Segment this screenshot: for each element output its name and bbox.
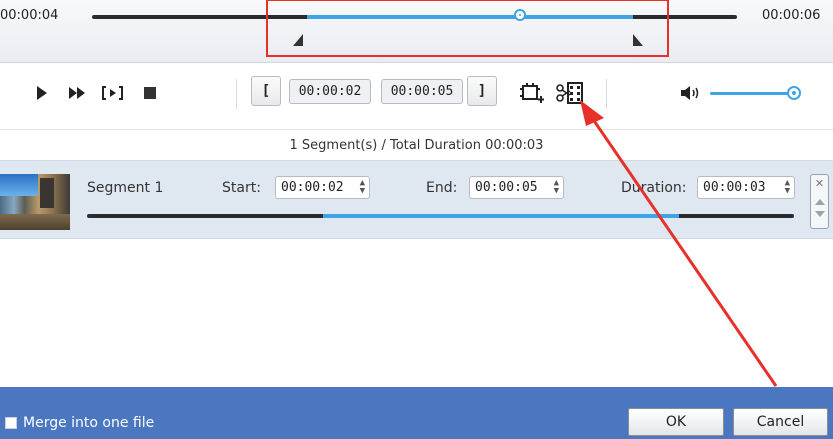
merge-label: Merge into one file: [23, 415, 155, 431]
remove-segment-icon[interactable]: ✕: [811, 177, 828, 190]
playback-toolbar: [ 00:00:02 00:00:05 ]: [0, 63, 833, 130]
cancel-button[interactable]: Cancel: [733, 408, 828, 436]
play-icon[interactable]: [34, 84, 50, 102]
segment-row[interactable]: Segment 1 Start: 00:00:02 ▲ ▼ End: 00:00:…: [0, 160, 833, 239]
segment-start-stepper[interactable]: 00:00:02 ▲ ▼: [275, 176, 370, 199]
volume-slider-handle[interactable]: [787, 86, 801, 100]
segment-name: Segment 1: [87, 180, 164, 196]
add-segment-icon[interactable]: [520, 83, 544, 103]
speaker-icon[interactable]: [680, 84, 702, 102]
set-end-button[interactable]: ]: [467, 76, 497, 106]
end-label: End:: [426, 180, 458, 196]
spin-arrows-icon[interactable]: ▲ ▼: [785, 179, 790, 196]
segment-thumbnail: [0, 174, 70, 230]
segment-range[interactable]: [323, 214, 679, 218]
scissors-film-icon[interactable]: [556, 82, 584, 104]
move-up-icon[interactable]: [815, 199, 825, 205]
segment-duration-stepper[interactable]: 00:00:03 ▲ ▼: [697, 176, 795, 199]
stop-icon[interactable]: [142, 84, 158, 102]
segment-start-value: 00:00:02: [281, 180, 344, 195]
frame-step-icon[interactable]: [102, 84, 124, 102]
segment-end-value: 00:00:05: [475, 180, 538, 195]
start-label: Start:: [222, 180, 261, 196]
start-time-field[interactable]: 00:00:02: [289, 79, 371, 104]
annotation-highlight-box: [266, 0, 669, 57]
segment-end-stepper[interactable]: 00:00:05 ▲ ▼: [469, 176, 564, 199]
merge-option[interactable]: Merge into one file: [5, 415, 154, 431]
dialog-footer: Merge into one file OK Cancel: [0, 387, 833, 439]
move-down-icon[interactable]: [815, 211, 825, 217]
toolbar-separator: [606, 79, 607, 109]
end-time-field[interactable]: 00:00:05: [381, 79, 463, 104]
end-time-label: 00:00:06: [762, 8, 821, 23]
fast-forward-icon[interactable]: [68, 84, 88, 102]
ok-button[interactable]: OK: [628, 408, 724, 436]
segment-row-controls: ✕: [810, 174, 829, 229]
spin-arrows-icon[interactable]: ▲ ▼: [554, 179, 559, 196]
merge-checkbox[interactable]: [5, 417, 17, 429]
segment-duration-value: 00:00:03: [703, 180, 766, 195]
segment-summary: 1 Segment(s) / Total Duration 00:00:03: [0, 130, 833, 160]
toolbar-separator: [236, 79, 237, 109]
volume-slider-track[interactable]: [710, 92, 796, 95]
spin-arrows-icon[interactable]: ▲ ▼: [360, 179, 365, 196]
set-start-button[interactable]: [: [251, 76, 281, 106]
duration-label: Duration:: [621, 180, 687, 196]
current-time-label: 00:00:04: [0, 8, 59, 23]
